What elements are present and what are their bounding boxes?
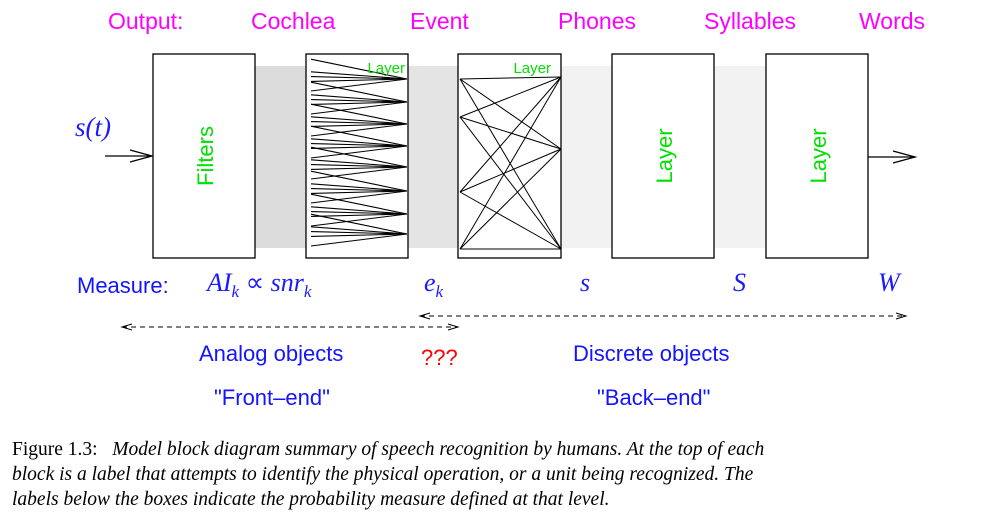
measure-ai-snr: AIk ∝ snrk (207, 268, 311, 302)
unknown-label: ??? (421, 345, 458, 370)
input-signal-label: s(t) (75, 112, 111, 142)
filters-label: Filters (193, 126, 218, 186)
syllables-heading: Syllables (704, 8, 797, 34)
band-filters-cochlea (255, 66, 306, 248)
caption-text-1: Model block diagram summary of speech re… (112, 439, 765, 460)
measure-phones: s (580, 268, 591, 297)
event-layer-label: Layer (513, 60, 551, 77)
measure-syllables: S (733, 268, 746, 297)
caption-line-3: labels below the boxes indicate the prob… (12, 489, 610, 510)
block-diagram: Filters Layer Layer Layer Layer (105, 53, 918, 331)
analog-range-arrow (120, 323, 460, 331)
snr-sub: k (303, 282, 312, 302)
discrete-range-arrow (418, 312, 908, 320)
analog-objects-label: Analog objects (199, 341, 344, 366)
e-sub: k (435, 282, 444, 302)
band-phones-syllables (714, 66, 766, 248)
figure: Filters Layer Layer Layer Layer Output: … (0, 0, 991, 521)
phones-layer-label: Layer (652, 128, 677, 183)
output-arrow (868, 150, 918, 164)
syllables-layer-label: Layer (806, 128, 831, 183)
snr-base: snr (270, 268, 304, 297)
words-heading: Words (859, 8, 926, 34)
cochlea-layer-label: Layer (367, 60, 405, 77)
event-heading: Event (410, 8, 469, 34)
ai-sub: k (231, 282, 240, 302)
measure-words: W (878, 268, 900, 297)
measure-event: ek (424, 268, 443, 302)
cochlea-heading: Cochlea (251, 8, 336, 34)
band-cochlea-event (408, 66, 458, 248)
caption-line-1: Figure 1.3: Model block diagram summary … (12, 437, 987, 462)
caption-lead: Figure 1.3: (12, 439, 98, 460)
figure-caption: Figure 1.3: Model block diagram summary … (12, 437, 987, 512)
measure-prefix: Measure: (77, 273, 169, 298)
discrete-objects-label: Discrete objects (573, 341, 730, 366)
input-arrow (105, 149, 155, 163)
proportional-symbol: ∝ (245, 268, 265, 297)
ai-base: AI (207, 268, 232, 297)
e-base: e (424, 268, 436, 297)
back-end-label: "Back–end" (597, 385, 711, 410)
output-heading: Output: (108, 8, 184, 34)
band-event-phones (561, 66, 612, 248)
phones-heading: Phones (558, 8, 637, 34)
caption-line-2: block is a label that attempts to identi… (12, 464, 754, 485)
front-end-label: "Front–end" (214, 385, 330, 410)
